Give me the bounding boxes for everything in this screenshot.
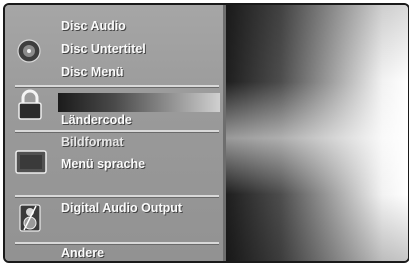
section-divider: [15, 242, 219, 245]
menu-item-menu-language[interactable]: Menü sprache: [61, 157, 145, 171]
menu-item-disc-menu[interactable]: Disc Menü: [61, 65, 124, 79]
menu-item-digital-audio-output[interactable]: Digital Audio Output: [61, 201, 182, 215]
menu-item-disc-audio[interactable]: Disc Audio: [61, 19, 126, 33]
submenu-preview-panel: [226, 5, 408, 261]
section-divider: [15, 85, 219, 88]
tv-screen-icon: [15, 150, 47, 174]
disc-icon: [17, 39, 41, 63]
section-divider: [15, 130, 219, 133]
osd-screen: Disc Audio Disc Untertitel Disc Menü Län…: [3, 3, 409, 263]
menu-item-picture-format[interactable]: Bildformat: [61, 135, 124, 149]
selected-item-highlight[interactable]: [58, 93, 220, 112]
section-divider: [15, 195, 219, 198]
menu-item-others[interactable]: Andere: [61, 246, 104, 260]
menu-item-country-code[interactable]: Ländercode: [61, 113, 132, 127]
lock-icon: [18, 89, 42, 120]
setup-menu: Disc Audio Disc Untertitel Disc Menü Län…: [5, 5, 226, 261]
menu-item-disc-subtitle[interactable]: Disc Untertitel: [61, 42, 146, 56]
speaker-icon: [19, 204, 41, 232]
